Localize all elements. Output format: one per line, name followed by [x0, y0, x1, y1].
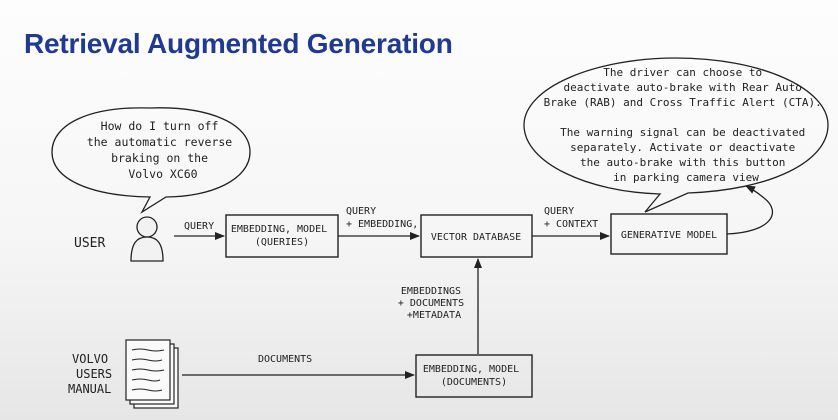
manual-line: MANUAL: [68, 382, 111, 396]
answer-line: the auto-brake with this button: [580, 156, 785, 169]
edge-label-embeddings-docs-meta: EMBEDDINGS + DOCUMENTS +METADATA: [398, 286, 470, 321]
edge-label-query: QUERY: [184, 221, 214, 232]
question-text: How do I turn off the automatic reverse …: [87, 119, 239, 181]
answer-text: The driver can choose to deactivate auto…: [544, 66, 829, 184]
question-line: How do I turn off: [101, 119, 219, 133]
edge-line: +METADATA: [407, 310, 461, 321]
edge-line: + CONTEXT: [544, 219, 598, 230]
vector-database-label: VECTOR DATABASE: [431, 232, 521, 243]
user-label: USER: [74, 236, 105, 251]
user-icon: [130, 216, 164, 262]
box-line: (QUERIES): [255, 237, 309, 248]
arrow-generative-to-answer: [726, 185, 774, 235]
answer-line: deactivate auto-brake with Rear Auto: [563, 81, 801, 94]
box-line: EMBEDDING, MODEL: [423, 364, 519, 375]
edge-line: QUERY: [346, 206, 376, 217]
edge-label-documents: DOCUMENTS: [258, 354, 312, 365]
edge-line: + DOCUMENTS: [398, 298, 464, 309]
manual-line: USERS: [76, 367, 112, 381]
answer-line: The warning signal can be deactivated: [560, 126, 805, 139]
manual-label: VOLVO USERS MANUAL: [68, 352, 119, 396]
embedding-model-queries-label: EMBEDDING, MODEL (QUERIES): [231, 224, 333, 248]
edge-line: QUERY: [544, 206, 574, 217]
embedding-model-queries-box: [225, 214, 339, 258]
box-line: (DOCUMENTS): [441, 377, 507, 388]
rag-diagram: How do I turn off the automatic reverse …: [51, 57, 829, 409]
edge-label-query-embedding: QUERY + EMBEDDING,: [346, 206, 418, 230]
edge-line: + EMBEDDING,: [346, 219, 418, 230]
manual-line: VOLVO: [72, 352, 108, 366]
answer-line: separately. Activate or deactivate: [570, 141, 795, 154]
document-stack-icon: [125, 339, 179, 409]
box-line: EMBEDDING, MODEL: [231, 224, 327, 235]
edge-label-query-context: QUERY + CONTEXT: [544, 206, 598, 230]
answer-line: in parking camera view: [613, 171, 759, 184]
question-line: braking on the: [111, 151, 208, 165]
generative-model-label: GENERATIVE MODEL: [621, 230, 717, 241]
answer-line: The driver can choose to: [603, 66, 762, 79]
answer-line: Brake (RAB) and Cross Traffic Alert (CTA…: [544, 96, 822, 109]
edge-line: EMBEDDINGS: [401, 286, 461, 297]
question-line: the automatic reverse: [87, 135, 232, 149]
question-line: Volvo XC60: [128, 167, 197, 181]
embedding-model-documents-label: EMBEDDING, MODEL (DOCUMENTS): [423, 364, 525, 388]
embedding-model-documents-box: [415, 354, 533, 398]
